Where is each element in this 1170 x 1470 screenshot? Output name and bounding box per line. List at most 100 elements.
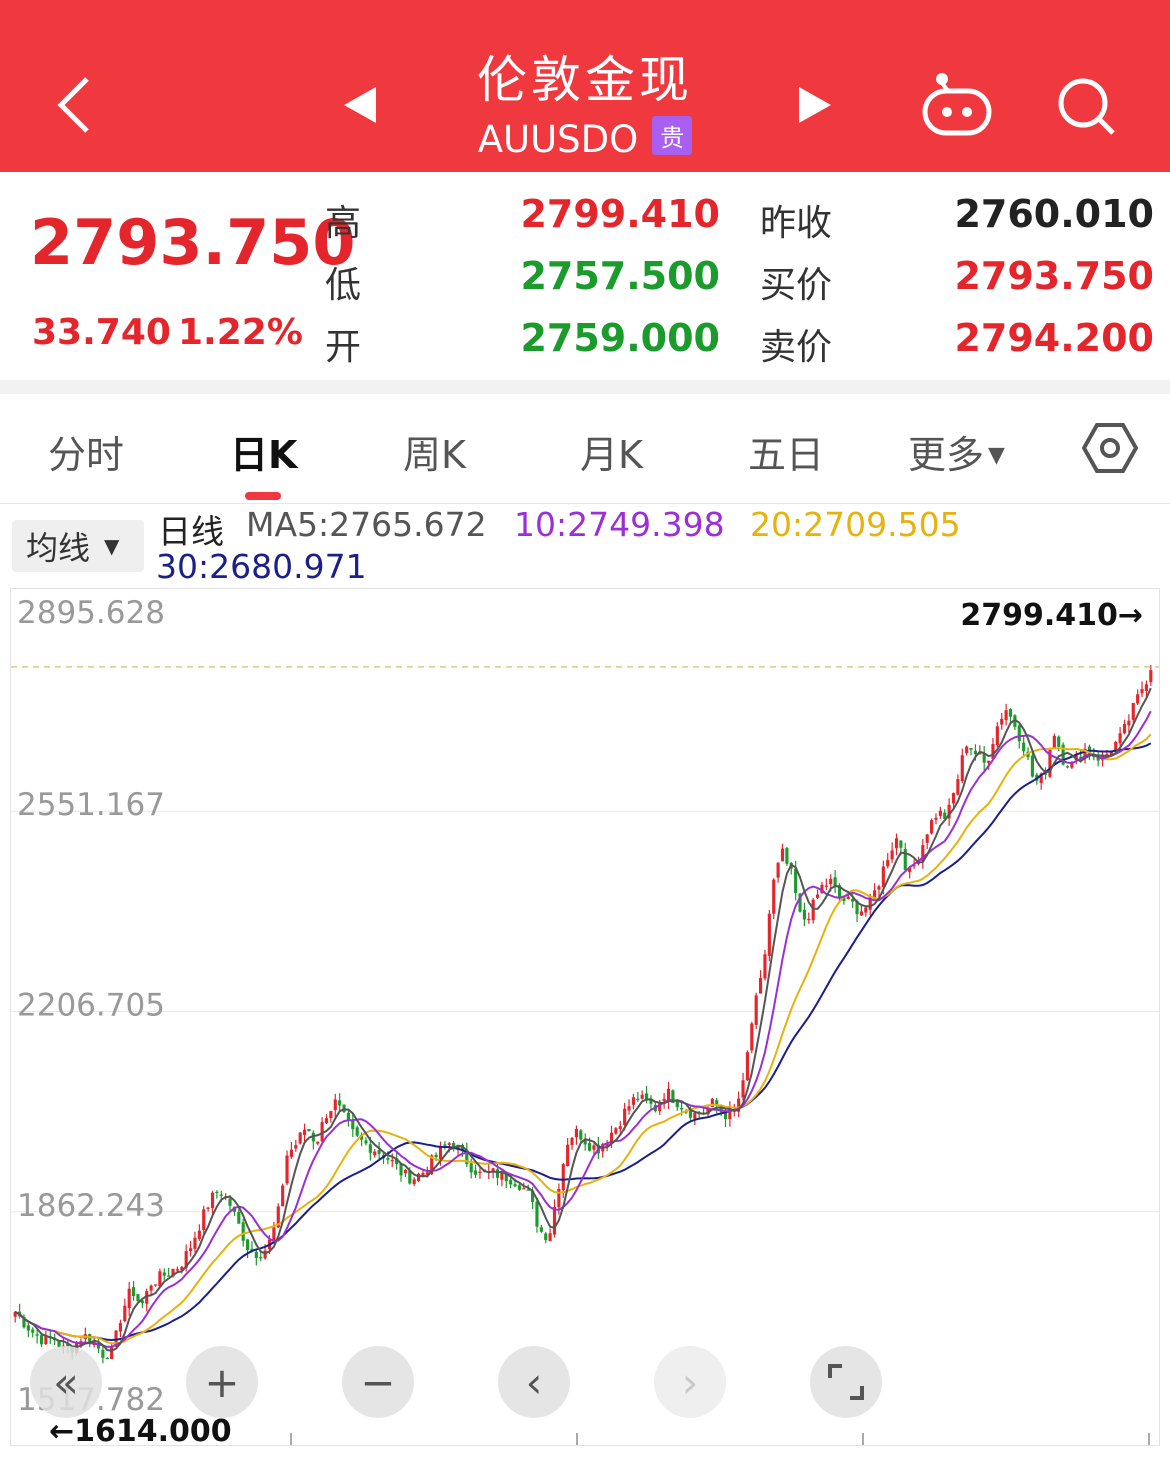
candle-body [899, 840, 903, 848]
candle-body [289, 1149, 294, 1157]
chart-settings-button[interactable] [1081, 420, 1139, 476]
candle-body [636, 1098, 640, 1100]
candle-body [934, 817, 938, 820]
candle-body [1136, 694, 1140, 704]
candle-body [110, 1347, 114, 1359]
candle-body [197, 1230, 201, 1239]
tab-monthly-k[interactable]: 月K [580, 424, 643, 479]
ma-indicator-select[interactable]: 均线 ▼ [12, 520, 144, 572]
candle-body [517, 1185, 522, 1190]
candles [13, 665, 1153, 1364]
tab-daily-k[interactable]: 日K [230, 424, 297, 479]
candle-body [206, 1207, 210, 1209]
candle-body [548, 1233, 552, 1242]
candle-body [513, 1184, 517, 1187]
candle-body [193, 1237, 197, 1249]
tab-five-day[interactable]: 五日 [748, 424, 824, 479]
app-root: 伦敦金现 AUUSDO 贵 2793.750 33.740 1.22% 高 低 … [0, 0, 1170, 1470]
candle-body [131, 1287, 136, 1297]
candle-body [587, 1143, 592, 1151]
candle-body [675, 1101, 679, 1108]
category-badge: 贵 [652, 116, 693, 155]
active-tab-indicator [245, 492, 281, 500]
candle-body [316, 1141, 320, 1144]
scroll-right-button[interactable]: › [654, 1346, 726, 1418]
tab-weekly-k[interactable]: 周K [403, 424, 466, 479]
fullscreen-icon [828, 1364, 864, 1400]
candle-body [438, 1146, 443, 1159]
tab-intraday[interactable]: 分时 [48, 424, 124, 479]
candle-body [574, 1128, 579, 1138]
instrument-code-text: AUUSDO [477, 118, 639, 161]
scroll-left-button[interactable]: ‹ [498, 1346, 570, 1418]
tab-more[interactable]: 更多 ▼ [908, 424, 1005, 479]
candle-body [566, 1144, 570, 1167]
kline-chart[interactable]: 2895.6282551.1672206.7051862.2431517.782… [10, 588, 1160, 1449]
candle-body [877, 886, 881, 890]
candle-body [929, 820, 934, 834]
candle-body [202, 1209, 206, 1231]
candle-body [544, 1233, 548, 1241]
ma20-value: 20:2709.505 [750, 505, 961, 544]
search-button[interactable] [1050, 70, 1122, 142]
candle-body [26, 1325, 30, 1331]
caret-down-icon: ▼ [988, 443, 1005, 468]
candle-body [995, 726, 999, 746]
candle-body [285, 1155, 289, 1184]
candle-body [443, 1144, 447, 1146]
hexagon-gear-icon [1081, 423, 1139, 473]
candle-body [469, 1163, 473, 1173]
fullscreen-button[interactable] [810, 1346, 882, 1418]
candle-body [346, 1112, 351, 1121]
low-label: 低 [325, 265, 362, 306]
candle-body [364, 1140, 368, 1144]
candle-body [31, 1329, 35, 1333]
candle-body [846, 896, 850, 899]
candle-body [802, 909, 807, 920]
candle-body [680, 1108, 684, 1110]
collapse-button[interactable]: « [30, 1346, 102, 1418]
candle-body [294, 1145, 298, 1149]
candle-body [1065, 766, 1070, 768]
candle-body [188, 1248, 193, 1252]
candle-body [355, 1127, 359, 1136]
candle-body [956, 779, 960, 795]
candle-body [434, 1155, 438, 1158]
candle-body [333, 1099, 337, 1111]
candle-body [1000, 718, 1004, 725]
candle-body [986, 760, 991, 763]
candle-body [1122, 723, 1127, 734]
candle-body [890, 850, 894, 860]
robot-assistant-button[interactable] [915, 66, 999, 142]
candle-body [210, 1192, 215, 1209]
zoom-in-button[interactable]: + [186, 1346, 258, 1418]
max-price-marker: 2799.410→ [960, 598, 1143, 633]
candle-body [149, 1285, 153, 1291]
candle-body [772, 879, 776, 914]
zoom-out-button[interactable]: − [342, 1346, 414, 1418]
candle-body [35, 1334, 39, 1336]
candle-body [254, 1251, 258, 1259]
candle-body [495, 1169, 500, 1178]
next-instrument-button[interactable] [790, 80, 840, 130]
candle-body [377, 1150, 381, 1154]
chart-grid [11, 666, 1159, 1445]
candle-body [570, 1137, 574, 1146]
candle-body [552, 1206, 557, 1235]
candle-body [951, 793, 956, 804]
candle-body [158, 1271, 162, 1287]
candle-body [237, 1212, 241, 1224]
candle-body [175, 1269, 180, 1271]
candle-body [811, 899, 815, 921]
y-tick-label: 2895.628 [17, 595, 165, 631]
min-price-marker: ←1614.000 [49, 1414, 232, 1445]
candle-body [1131, 702, 1135, 720]
candle-body [1118, 733, 1122, 744]
candle-body [973, 750, 978, 755]
candle-body [780, 848, 785, 862]
tab-more-label: 更多 [908, 433, 985, 477]
candle-body [758, 978, 763, 994]
candle-body [631, 1097, 636, 1105]
candle-body [666, 1088, 671, 1102]
candle-body [1149, 670, 1153, 683]
